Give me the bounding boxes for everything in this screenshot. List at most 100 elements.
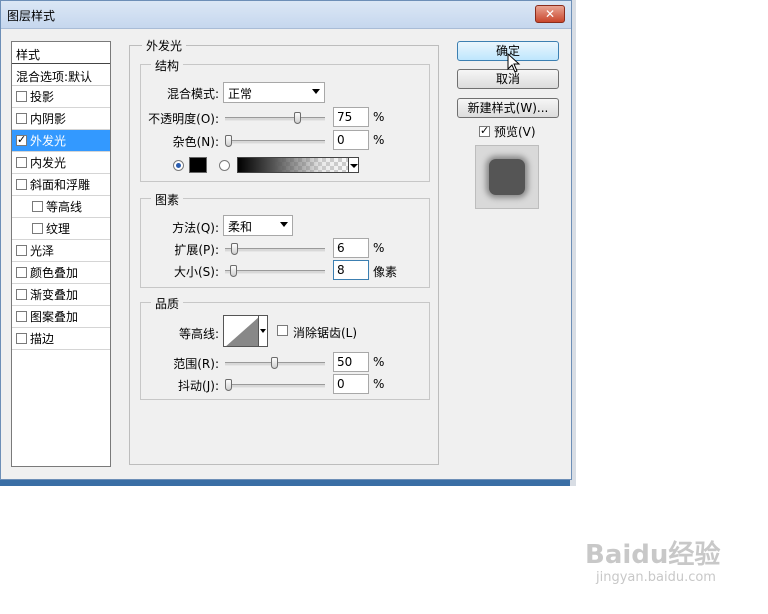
noise-input[interactable]: 0 [333,130,369,150]
window-title: 图层样式 [7,9,56,23]
jitter-slider[interactable] [225,379,325,391]
preview-toggle[interactable]: 预览(V) [479,123,536,140]
quality-group: 品质 等高线: 消除锯齿(L) 范围(R): 50 % 抖动(J): 0 % [140,295,430,400]
title-bar[interactable]: 图层样式 ✕ [1,1,571,29]
spread-slider[interactable] [225,243,325,255]
structure-group: 结构 混合模式: 正常 不透明度(O): 75 % 杂色(N): 0 % [140,57,430,182]
style-item[interactable]: 等高线 [12,196,110,218]
styles-list: 样式 混合选项:默认 投影内阴影外发光内发光斜面和浮雕等高线纹理光泽颜色叠加渐变… [11,41,111,467]
style-item[interactable]: 光泽 [12,240,110,262]
gradient-radio[interactable] [219,160,230,171]
spread-label: 扩展(P): [174,243,219,257]
style-item-checkbox[interactable] [16,179,27,190]
style-item-label: 纹理 [46,222,71,236]
jitter-slider-thumb[interactable] [225,379,232,391]
style-item-checkbox[interactable] [16,245,27,256]
range-slider-thumb[interactable] [271,357,278,369]
style-item-label: 等高线 [46,200,83,214]
style-item[interactable]: 斜面和浮雕 [12,174,110,196]
close-button[interactable]: ✕ [535,5,565,23]
opacity-slider[interactable] [225,112,325,124]
style-item[interactable]: 颜色叠加 [12,262,110,284]
contour-dropdown-icon[interactable] [258,315,268,347]
mouse-pointer-icon [507,53,521,73]
style-item-checkbox[interactable] [16,133,27,146]
style-item-checkbox[interactable] [16,157,27,168]
preview-checkbox[interactable] [479,124,490,137]
jitter-unit: % [373,377,385,391]
contour-curve-icon [226,317,258,346]
style-item-label: 外发光 [30,134,67,148]
preview-shape [489,159,525,195]
style-preview-thumbnail [475,145,539,209]
elements-group: 图素 方法(Q): 柔和 扩展(P): 6 % 大小(S): 8 像素 [140,191,430,288]
antialias-checkbox[interactable] [277,325,288,336]
spread-unit: % [373,241,385,255]
style-item[interactable]: 纹理 [12,218,110,240]
spread-slider-thumb[interactable] [231,243,238,255]
jitter-input[interactable]: 0 [333,374,369,394]
style-item-label: 描边 [30,332,55,346]
elements-title: 图素 [151,191,184,208]
spread-input[interactable]: 6 [333,238,369,258]
solid-color-radio[interactable] [173,160,184,171]
style-item-checkbox[interactable] [16,311,27,322]
style-item-label: 内阴影 [30,112,67,126]
style-item-checkbox[interactable] [16,267,27,278]
style-item[interactable]: 图案叠加 [12,306,110,328]
style-item[interactable]: 内发光 [12,152,110,174]
technique-select[interactable]: 柔和 [223,215,293,236]
size-slider-thumb[interactable] [230,265,237,277]
style-item-checkbox[interactable] [32,201,43,212]
chevron-down-icon [280,222,288,227]
style-item[interactable]: 外发光 [12,130,110,152]
size-label: 大小(S): [173,265,219,279]
style-item-checkbox[interactable] [16,289,27,300]
technique-label: 方法(Q): [172,221,219,235]
new-style-button[interactable]: 新建样式(W)... [457,98,559,118]
style-item-checkbox[interactable] [16,91,27,102]
opacity-slider-thumb[interactable] [294,112,301,124]
style-item[interactable]: 内阴影 [12,108,110,130]
style-item[interactable]: 描边 [12,328,110,350]
blend-mode-select[interactable]: 正常 [223,82,325,103]
noise-slider-thumb[interactable] [225,135,232,147]
antialias-label: 消除锯齿(L) [293,326,358,340]
style-item-checkbox[interactable] [32,223,43,234]
style-item-label: 颜色叠加 [30,266,79,280]
style-item-checkbox[interactable] [16,333,27,344]
structure-title: 结构 [151,57,184,74]
style-item[interactable]: 渐变叠加 [12,284,110,306]
range-unit: % [373,355,385,369]
preview-label: 预览(V) [494,125,536,139]
blending-options-item[interactable]: 混合选项:默认 [12,64,110,86]
jitter-label: 抖动(J): [178,379,219,393]
chevron-down-icon [312,89,320,94]
noise-slider[interactable] [225,135,325,147]
style-item-label: 图案叠加 [30,310,79,324]
opacity-label: 不透明度(O): [148,112,219,126]
style-item-label: 斜面和浮雕 [30,178,91,192]
size-unit: 像素 [373,265,398,279]
size-slider[interactable] [225,265,325,277]
blend-mode-value: 正常 [228,87,253,101]
noise-label: 杂色(N): [172,135,219,149]
styles-header[interactable]: 样式 [12,42,110,64]
blend-mode-label: 混合模式: [166,87,219,101]
style-item-label: 内发光 [30,156,67,170]
style-item-label: 投影 [30,90,55,104]
style-item[interactable]: 投影 [12,86,110,108]
range-slider[interactable] [225,357,325,369]
noise-unit: % [373,133,385,147]
baidu-watermark: Baidu经验 [585,540,721,570]
glow-gradient-picker[interactable] [237,157,359,173]
glow-color-swatch[interactable] [189,157,207,173]
opacity-input[interactable]: 75 [333,107,369,127]
range-input[interactable]: 50 [333,352,369,372]
style-item-checkbox[interactable] [16,113,27,124]
baidu-watermark-url: jingyan.baidu.com [596,570,716,585]
gradient-dropdown-icon[interactable] [348,157,359,173]
contour-picker[interactable] [223,315,259,347]
size-input[interactable]: 8 [333,260,369,280]
outer-glow-panel: 外发光 结构 混合模式: 正常 不透明度(O): 75 % 杂色(N): 0 % [129,37,439,465]
